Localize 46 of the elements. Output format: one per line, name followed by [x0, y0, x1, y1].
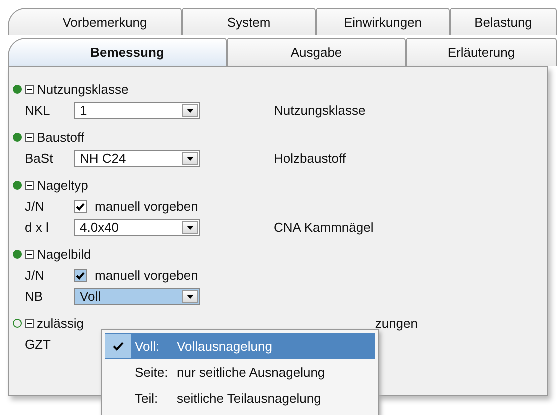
checkbox-label: manuell vorgeben	[95, 199, 198, 214]
field-label: J/N	[24, 199, 46, 214]
collapse-toggle[interactable]	[25, 85, 34, 94]
section-title: Nagelbild	[37, 247, 92, 262]
collapse-toggle[interactable]	[25, 133, 34, 142]
dropdown-field[interactable]: 4.0x40	[74, 219, 200, 236]
check-icon	[76, 272, 85, 280]
section-title: Nageltyp	[37, 178, 88, 193]
menu-item[interactable]: Teil: seitliche Teilausnagelung	[105, 385, 375, 411]
collapse-toggle[interactable]	[25, 319, 34, 328]
tab[interactable]: Belastung	[450, 8, 557, 35]
check-icon	[112, 342, 124, 350]
checkbox[interactable]	[74, 200, 87, 213]
dropdown-field[interactable]: NH C24	[74, 150, 200, 167]
tab[interactable]: Einwirkungen	[316, 8, 450, 35]
collapse-toggle[interactable]	[25, 250, 34, 259]
checkbox-label: manuell vorgeben	[95, 268, 198, 283]
field-label: BaSt	[24, 151, 54, 166]
section-title: zulässig	[37, 316, 84, 331]
tab[interactable]: Ausgabe	[227, 38, 406, 66]
dropdown-field[interactable]: 1	[74, 102, 200, 119]
field-description: Holzbaustoff	[274, 151, 346, 166]
field-label: d x l	[24, 220, 50, 235]
caret-icon	[186, 294, 194, 298]
field-label: NB	[24, 289, 44, 304]
section-title: zungen	[375, 316, 418, 331]
caret-icon	[186, 156, 194, 160]
caret-icon	[186, 108, 194, 112]
field-label: NKL	[24, 103, 52, 118]
section-title: Nutzungsklasse	[37, 82, 129, 97]
menu-item[interactable]: Seite: nur seitliche Ausnagelung	[105, 359, 375, 385]
tab[interactable]: System	[182, 8, 316, 35]
check-icon	[76, 202, 85, 210]
tab[interactable]: Vorbemerkung	[8, 8, 182, 35]
tab[interactable]: Erläuterung	[406, 38, 557, 66]
field-description: Nutzungsklasse	[274, 103, 366, 118]
field-label: GZT	[24, 337, 52, 352]
checkbox[interactable]	[74, 269, 87, 282]
collapse-toggle[interactable]	[25, 181, 34, 190]
menu-item[interactable]: Voll: Vollausnagelung	[105, 333, 375, 359]
dropdown-field[interactable]: Voll	[74, 288, 200, 305]
field-description: CNA Kammnägel	[274, 220, 374, 235]
section-title: Baustoff	[37, 130, 84, 145]
caret-icon	[186, 226, 194, 230]
tab[interactable]: Bemessung	[8, 38, 227, 66]
field-label: J/N	[24, 268, 46, 283]
